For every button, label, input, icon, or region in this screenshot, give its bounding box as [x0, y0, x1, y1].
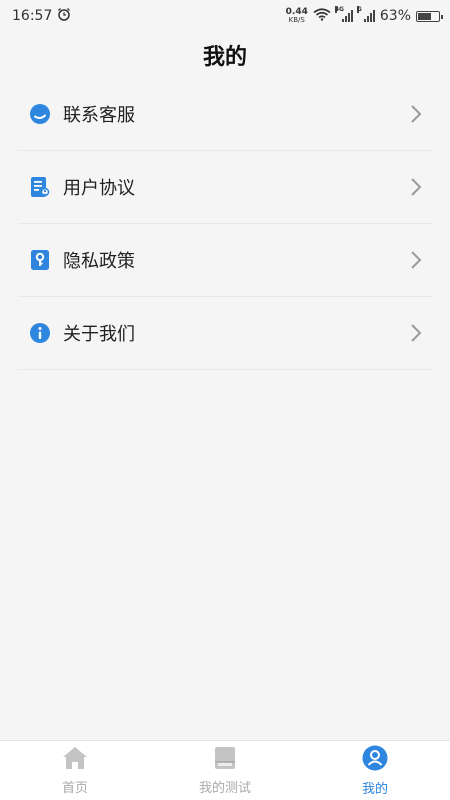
network-g-label: G [356, 6, 362, 13]
customer-service-icon [29, 103, 51, 125]
net-speed-value: 0.44 [285, 7, 308, 17]
menu-item-customer-service[interactable]: 联系客服 [18, 78, 432, 151]
net-speed-unit: KB/S [288, 16, 305, 24]
user-icon [362, 745, 388, 775]
status-left: 16:57 [12, 7, 71, 25]
chevron-right-icon [410, 104, 422, 124]
agreement-document-icon [29, 176, 51, 198]
status-right: 0.44 KB/S 4G G 63% [285, 6, 443, 25]
nav-item-mine[interactable]: 我的 [300, 745, 450, 797]
menu-item-privacy-policy[interactable]: 隐私政策 [18, 224, 432, 297]
chevron-right-icon [410, 323, 422, 343]
menu-item-user-agreement[interactable]: 用户协议 [18, 151, 432, 224]
nav-label: 首页 [61, 780, 88, 796]
signal-4g-icon: 4G [334, 6, 353, 22]
menu-item-label: 联系客服 [63, 105, 135, 126]
battery-icon [416, 10, 443, 22]
page-title: 我的 [202, 45, 247, 70]
menu-item-about-us[interactable]: 关于我们 [18, 297, 432, 370]
privacy-key-icon [29, 249, 51, 271]
chevron-right-icon [410, 177, 422, 197]
nav-label: 我的 [361, 781, 388, 797]
nav-item-home[interactable]: 首页 [0, 746, 150, 796]
book-icon [213, 746, 237, 774]
menu-item-label: 关于我们 [63, 324, 135, 345]
wifi-icon [313, 7, 331, 25]
alarm-icon [57, 7, 71, 25]
page-header: 我的 [0, 32, 450, 78]
network-4g-label: 4G [334, 6, 344, 13]
status-bar: 16:57 0.44 KB/S 4G G 63% [0, 0, 450, 32]
menu-item-label: 隐私政策 [63, 251, 135, 272]
battery-percent: 63% [379, 8, 411, 24]
menu-list: 联系客服 用户协议 隐私政策 关于我们 [0, 78, 450, 370]
clock-time: 16:57 [12, 8, 53, 24]
chevron-right-icon [410, 250, 422, 270]
network-speed: 0.44 KB/S [285, 7, 308, 25]
home-icon [62, 746, 88, 774]
info-icon [29, 322, 51, 344]
nav-item-my-tests[interactable]: 我的测试 [150, 746, 300, 796]
signal-g-icon: G [356, 6, 375, 22]
menu-item-label: 用户协议 [63, 178, 135, 199]
bottom-nav: 首页 我的测试 我的 [0, 740, 450, 800]
nav-label: 我的测试 [198, 780, 251, 796]
